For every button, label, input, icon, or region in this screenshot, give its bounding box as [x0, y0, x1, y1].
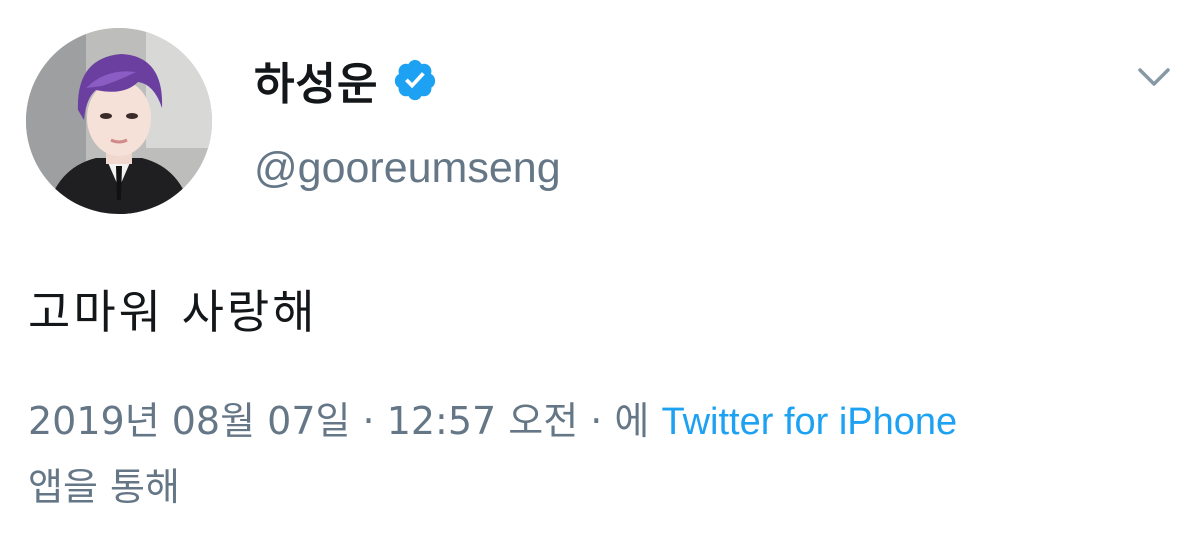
tweet-meta-suffix: 앱을 통해	[28, 465, 180, 509]
avatar[interactable]	[26, 28, 212, 214]
display-name[interactable]: 하성운	[254, 48, 378, 112]
source-link[interactable]: Twitter for iPhone	[661, 401, 957, 443]
name-row: 하성운	[254, 50, 438, 110]
user-handle[interactable]: @gooreumseng	[254, 144, 561, 193]
tweet-meta: 2019년 08월 07일 · 12:57 오전 · 에 Twitter for…	[28, 390, 957, 445]
verified-badge-icon	[392, 57, 438, 103]
chevron-down-icon[interactable]	[1136, 64, 1172, 90]
profile-photo	[26, 28, 212, 214]
tweet-text: 고마워 사랑해	[28, 285, 318, 339]
tweet-timestamp[interactable]: 2019년 08월 07일 · 12:57 오전 · 에	[28, 399, 661, 443]
tweet-card: 하성운 @gooreumseng 고마워 사랑해 2019년 08월 07일 ·…	[0, 0, 1200, 548]
